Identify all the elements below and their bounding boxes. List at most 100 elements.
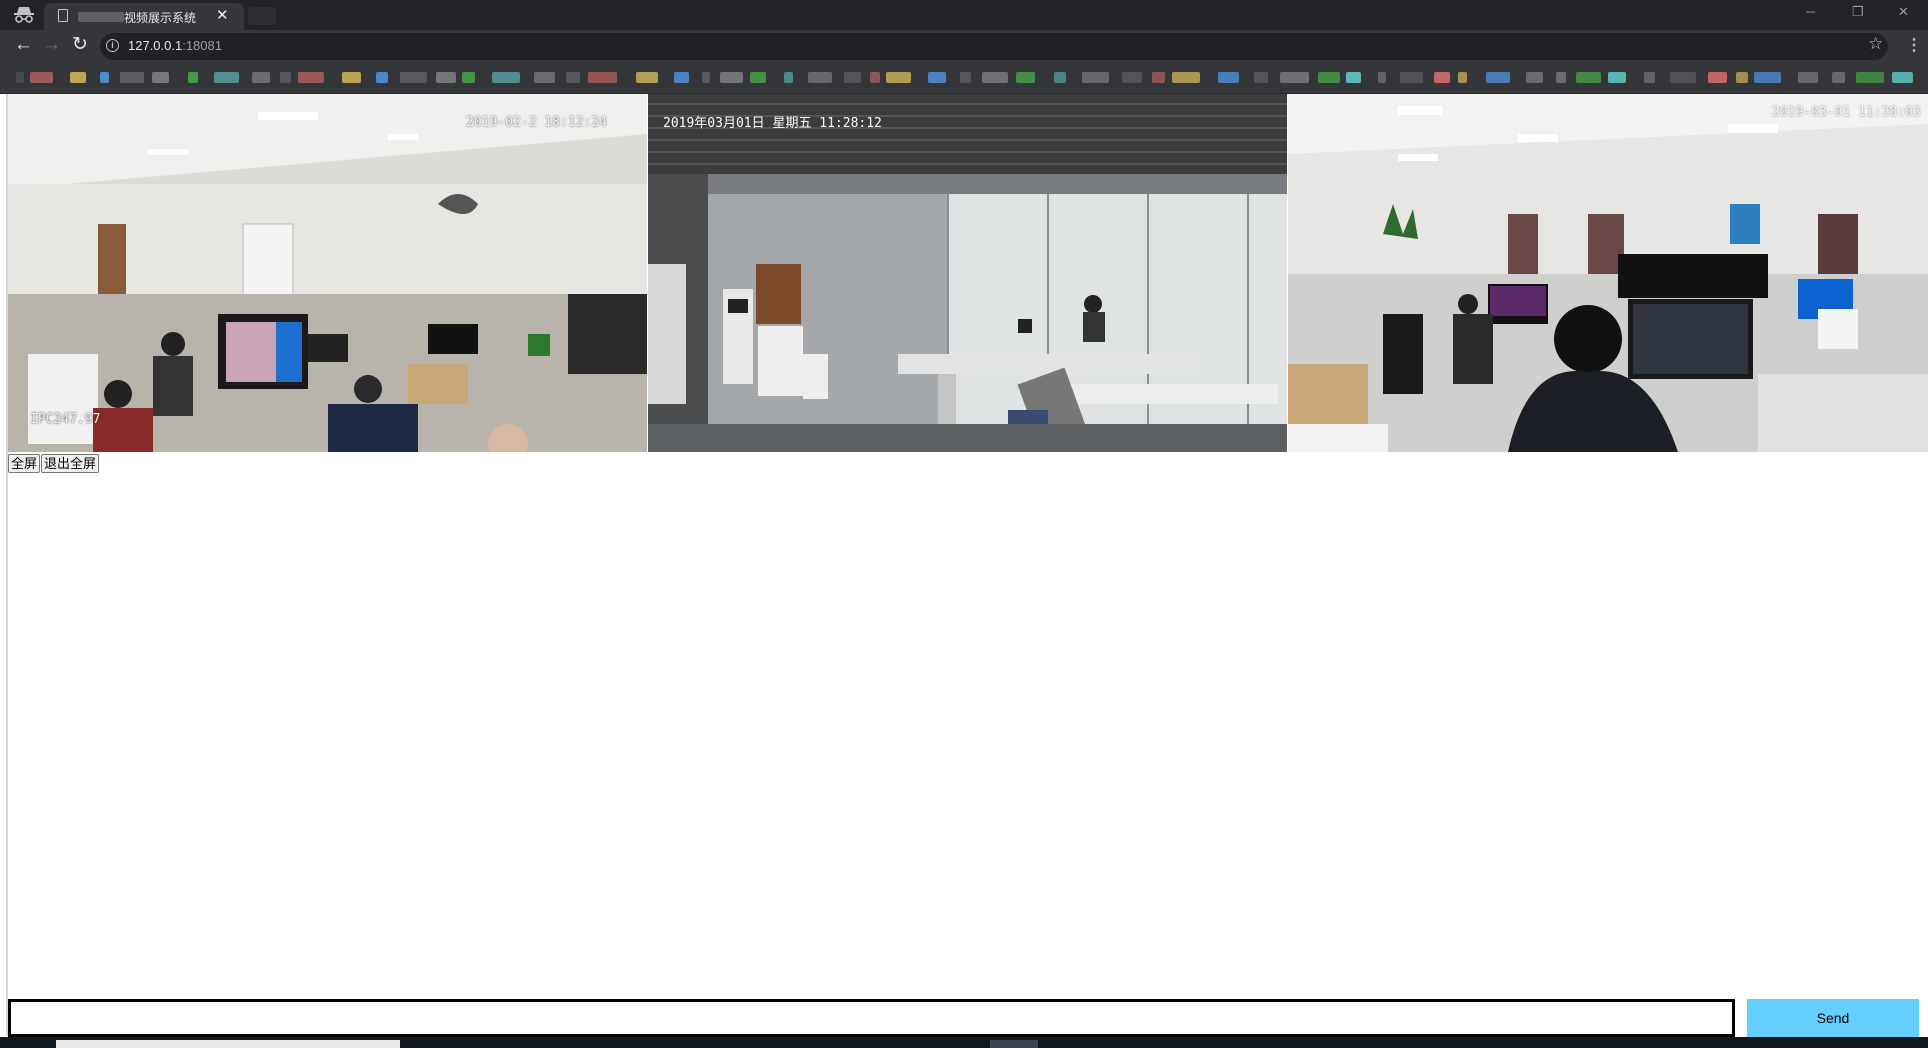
bookmark-item[interactable] bbox=[1400, 72, 1423, 83]
bookmark-item[interactable] bbox=[16, 72, 24, 83]
url-text: 127.0.0.1:18081 bbox=[128, 38, 222, 53]
bookmark-item[interactable] bbox=[808, 72, 832, 83]
camera-feed-3[interactable]: 2019-03-01 11:28:03 bbox=[1288, 94, 1928, 452]
bookmark-item[interactable] bbox=[1054, 72, 1066, 83]
incognito-icon bbox=[14, 7, 34, 23]
bookmark-item[interactable] bbox=[1892, 72, 1913, 83]
taskbar-item[interactable] bbox=[990, 1040, 1038, 1048]
camera-1-timestamp: 2019-02-2 18:12:24 bbox=[466, 115, 607, 130]
url-port: :18081 bbox=[182, 38, 222, 53]
bookmark-item[interactable] bbox=[636, 72, 658, 83]
bookmark-item[interactable] bbox=[784, 72, 793, 83]
bookmark-item[interactable] bbox=[1152, 72, 1165, 83]
bookmark-item[interactable] bbox=[1798, 72, 1818, 83]
site-info-icon[interactable]: i bbox=[106, 39, 119, 52]
browser-toolbar: ← → ↻ i 127.0.0.1:18081 bbox=[0, 30, 1928, 63]
new-tab-button[interactable] bbox=[248, 7, 276, 25]
exit-fullscreen-button[interactable]: 退出全屏 bbox=[41, 454, 100, 473]
bookmark-item[interactable] bbox=[1708, 72, 1727, 83]
bookmark-item[interactable] bbox=[870, 72, 880, 83]
reload-icon[interactable]: ↻ bbox=[72, 33, 88, 57]
camera-feed-3-image bbox=[1288, 94, 1928, 452]
bookmark-item[interactable] bbox=[1346, 72, 1361, 83]
bookmark-item[interactable] bbox=[960, 72, 971, 83]
bookmark-item[interactable] bbox=[1608, 72, 1626, 83]
bookmark-item[interactable] bbox=[1754, 72, 1781, 83]
browser-tab-bar: 视频展示系统 ✕ ─ ❐ ✕ bbox=[0, 0, 1928, 30]
os-taskbar bbox=[0, 1037, 1928, 1048]
bookmark-item[interactable] bbox=[1122, 72, 1142, 83]
bookmark-item[interactable] bbox=[1218, 72, 1239, 83]
bookmark-item[interactable] bbox=[1318, 72, 1340, 83]
blurred-title-prefix bbox=[78, 12, 124, 22]
bookmark-item[interactable] bbox=[1832, 72, 1845, 83]
bookmark-item[interactable] bbox=[1526, 72, 1543, 83]
bookmark-item[interactable] bbox=[1172, 72, 1200, 83]
bookmark-item[interactable] bbox=[1644, 72, 1655, 83]
bookmark-item[interactable] bbox=[886, 72, 911, 83]
bookmark-item[interactable] bbox=[566, 72, 580, 83]
bookmark-item[interactable] bbox=[400, 72, 427, 83]
bookmark-item[interactable] bbox=[1458, 72, 1467, 83]
minimize-icon[interactable]: ─ bbox=[1806, 4, 1815, 19]
page-icon bbox=[58, 9, 68, 22]
bookmark-item[interactable] bbox=[1670, 72, 1696, 83]
bookmark-item[interactable] bbox=[100, 72, 109, 83]
tab-video-system[interactable]: 视频展示系统 ✕ bbox=[44, 3, 244, 30]
camera-feed-1[interactable]: 2019-02-2 18:12:24 IPC247.97 bbox=[8, 94, 647, 452]
bookmark-item[interactable] bbox=[588, 72, 617, 83]
bookmark-item[interactable] bbox=[298, 72, 324, 83]
bookmark-item[interactable] bbox=[928, 72, 946, 83]
bookmark-item[interactable] bbox=[462, 72, 475, 83]
forward-icon[interactable]: → bbox=[42, 33, 61, 57]
bookmark-item[interactable] bbox=[1576, 72, 1601, 83]
bookmark-item[interactable] bbox=[702, 72, 710, 83]
bookmark-item[interactable] bbox=[492, 72, 520, 83]
bookmark-item[interactable] bbox=[120, 72, 144, 83]
camera-3-timestamp: 2019-03-01 11:28:03 bbox=[1772, 105, 1921, 120]
bookmark-item[interactable] bbox=[844, 72, 861, 83]
bookmark-item[interactable] bbox=[1486, 72, 1510, 83]
tab-close-icon[interactable]: ✕ bbox=[216, 6, 229, 26]
window-close-icon[interactable]: ✕ bbox=[1898, 4, 1909, 20]
bookmark-item[interactable] bbox=[1856, 72, 1884, 83]
bookmark-item[interactable] bbox=[1434, 72, 1450, 83]
browser-menu-icon[interactable]: ⋮ bbox=[1906, 35, 1922, 55]
bookmark-item[interactable] bbox=[188, 72, 198, 83]
camera-2-timestamp: 2019年03月01日 星期五 11:28:12 bbox=[663, 116, 882, 131]
bookmark-item[interactable] bbox=[30, 72, 53, 83]
bookmark-item[interactable] bbox=[750, 72, 766, 83]
fullscreen-button[interactable]: 全屏 bbox=[8, 454, 41, 473]
bookmark-item[interactable] bbox=[1280, 72, 1309, 83]
bookmark-item[interactable] bbox=[280, 72, 291, 83]
bookmark-item[interactable] bbox=[342, 72, 361, 83]
tab-title: 视频展示系统 bbox=[124, 11, 197, 25]
camera-feed-2[interactable]: 2019年03月01日 星期五 11:28:12 bbox=[648, 94, 1287, 452]
address-bar[interactable]: i 127.0.0.1:18081 bbox=[100, 33, 1888, 60]
send-button[interactable]: Send bbox=[1747, 999, 1919, 1037]
bookmark-item[interactable] bbox=[436, 72, 456, 83]
bookmark-item[interactable] bbox=[1556, 72, 1566, 83]
bookmark-item[interactable] bbox=[70, 72, 86, 83]
bookmarks-bar bbox=[0, 63, 1928, 94]
message-input[interactable] bbox=[8, 999, 1735, 1037]
bookmark-item[interactable] bbox=[1736, 72, 1748, 83]
url-host: 127.0.0.1 bbox=[128, 38, 183, 53]
bookmark-item[interactable] bbox=[214, 72, 239, 83]
restore-icon[interactable]: ❐ bbox=[1852, 4, 1864, 20]
bookmark-item[interactable] bbox=[982, 72, 1008, 83]
bookmark-item[interactable] bbox=[1254, 72, 1268, 83]
bookmark-item[interactable] bbox=[720, 72, 743, 83]
bookmark-item[interactable] bbox=[1082, 72, 1109, 83]
bookmark-item[interactable] bbox=[376, 72, 388, 83]
back-icon[interactable]: ← bbox=[14, 33, 33, 57]
bookmark-item[interactable] bbox=[252, 72, 270, 83]
bookmark-item[interactable] bbox=[1378, 72, 1386, 83]
camera-1-channel-label: IPC247.97 bbox=[30, 412, 101, 427]
taskbar-active-window[interactable] bbox=[56, 1040, 400, 1048]
bookmark-star-icon[interactable]: ☆ bbox=[1868, 34, 1883, 54]
bookmark-item[interactable] bbox=[674, 72, 689, 83]
bookmark-item[interactable] bbox=[534, 72, 555, 83]
bookmark-item[interactable] bbox=[152, 72, 169, 83]
bookmark-item[interactable] bbox=[1016, 72, 1035, 83]
